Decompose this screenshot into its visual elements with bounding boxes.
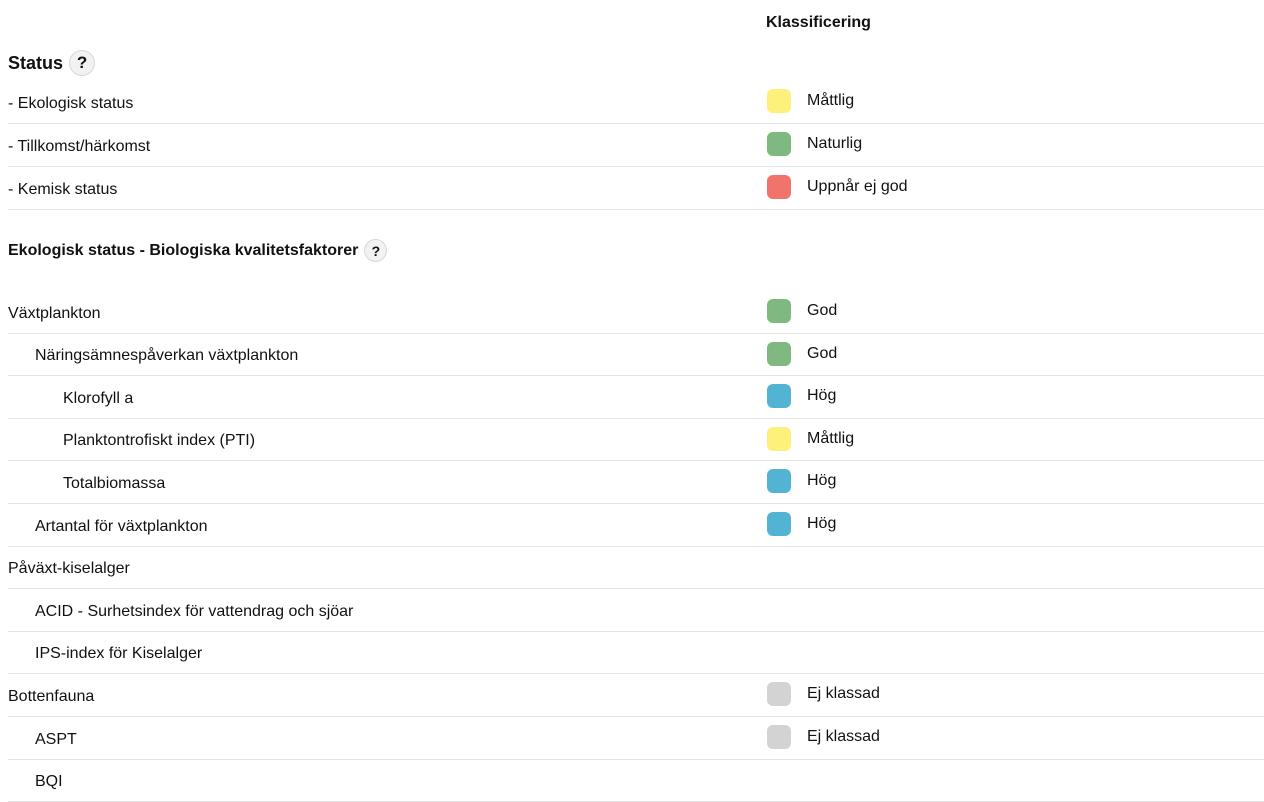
classification-label: God bbox=[807, 344, 838, 362]
row-label: IPS-index för Kiselalger bbox=[35, 645, 203, 663]
bio-section-title: Ekologisk status - Biologiska kvalitetsf… bbox=[8, 239, 388, 262]
status-color-swatch bbox=[767, 725, 791, 749]
classification-cell: Ej klassad bbox=[767, 682, 880, 707]
table-row: Planktontrofiskt index (PTI) Måttlig bbox=[8, 419, 1264, 462]
table-row: ASPT Ej klassad bbox=[8, 717, 1264, 760]
row-label: Bottenfauna bbox=[8, 687, 95, 705]
classification-cell: Hög bbox=[767, 469, 837, 494]
row-label: Påväxt-kiselalger bbox=[8, 560, 130, 578]
classification-cell: God bbox=[767, 299, 837, 323]
classification-cell: Måttlig bbox=[767, 89, 854, 113]
table-row: Växtplankton God bbox=[8, 291, 1264, 334]
status-color-swatch bbox=[767, 682, 791, 707]
table-row: - Ekologisk status Måttlig bbox=[8, 81, 1264, 124]
status-color-swatch bbox=[767, 426, 791, 451]
classification-label: Måttlig bbox=[807, 429, 855, 447]
table-row: Artantal för växtplankton Hög bbox=[8, 504, 1264, 547]
classification-cell: Måttlig bbox=[767, 426, 855, 451]
status-color-swatch bbox=[767, 175, 791, 199]
table-row: - Tillkomst/härkomst Naturlig bbox=[8, 124, 1264, 167]
classification-column-header: Klassificering bbox=[766, 14, 871, 31]
classification-label: Hög bbox=[807, 515, 837, 532]
row-label: - Tillkomst/härkomst bbox=[8, 138, 151, 155]
status-section-title: Status ? bbox=[8, 50, 96, 76]
classification-cell: Naturlig bbox=[767, 132, 862, 156]
table-row: BQI bbox=[8, 760, 1264, 802]
table-row: Totalbiomassa Hög bbox=[8, 461, 1264, 504]
bio-title-text: Ekologisk status - Biologiska kvalitetsf… bbox=[8, 241, 359, 259]
status-color-swatch bbox=[767, 469, 791, 494]
row-label: - Kemisk status bbox=[8, 181, 118, 198]
row-label: ASPT bbox=[35, 730, 77, 748]
classification-cell: Uppnår ej god bbox=[767, 175, 908, 199]
table-row: Klorofyll a Hög bbox=[8, 376, 1264, 419]
classification-label: Naturlig bbox=[807, 135, 863, 152]
status-color-swatch bbox=[767, 132, 791, 156]
classification-label: Måttlig bbox=[807, 92, 855, 109]
row-label: BQI bbox=[35, 773, 63, 791]
classification-label: Hög bbox=[807, 472, 837, 490]
table-row: ACID - Surhetsindex för vattendrag och s… bbox=[8, 589, 1264, 632]
table-row: Näringsämnespåverkan växtplankton God bbox=[8, 334, 1264, 377]
status-color-swatch bbox=[767, 384, 791, 409]
classification-label: Ej klassad bbox=[807, 685, 880, 703]
classification-cell: Hög bbox=[767, 512, 836, 536]
table-row: Påväxt-kiselalger bbox=[8, 547, 1264, 590]
help-icon[interactable]: ? bbox=[364, 239, 388, 262]
row-label: Klorofyll a bbox=[63, 389, 134, 407]
classification-cell: Ej klassad bbox=[767, 725, 880, 749]
table-row: - Kemisk status Uppnår ej god bbox=[8, 167, 1264, 210]
row-label: Totalbiomassa bbox=[63, 474, 166, 492]
classification-label: Hög bbox=[807, 387, 837, 405]
table-row: IPS-index för Kiselalger bbox=[8, 632, 1264, 675]
status-color-swatch bbox=[767, 341, 791, 366]
row-label: Näringsämnespåverkan växtplankton bbox=[35, 347, 299, 365]
row-label: Planktontrofiskt index (PTI) bbox=[63, 432, 256, 450]
table-row: Bottenfauna Ej klassad bbox=[8, 674, 1264, 717]
classification-label: Ej klassad bbox=[807, 728, 880, 745]
row-label: - Ekologisk status bbox=[8, 95, 134, 112]
help-icon[interactable]: ? bbox=[69, 50, 96, 76]
row-label: Växtplankton bbox=[8, 304, 101, 322]
row-label: ACID - Surhetsindex för vattendrag och s… bbox=[35, 602, 354, 620]
classification-cell: Hög bbox=[767, 384, 837, 409]
classification-label: God bbox=[807, 302, 838, 319]
row-label: Artantal för växtplankton bbox=[35, 517, 208, 535]
classification-label: Uppnår ej god bbox=[807, 178, 908, 195]
classification-cell: God bbox=[767, 341, 838, 366]
status-color-swatch bbox=[767, 89, 791, 113]
status-color-swatch bbox=[767, 512, 791, 536]
status-title-text: Status bbox=[8, 52, 64, 73]
status-color-swatch bbox=[767, 299, 791, 323]
